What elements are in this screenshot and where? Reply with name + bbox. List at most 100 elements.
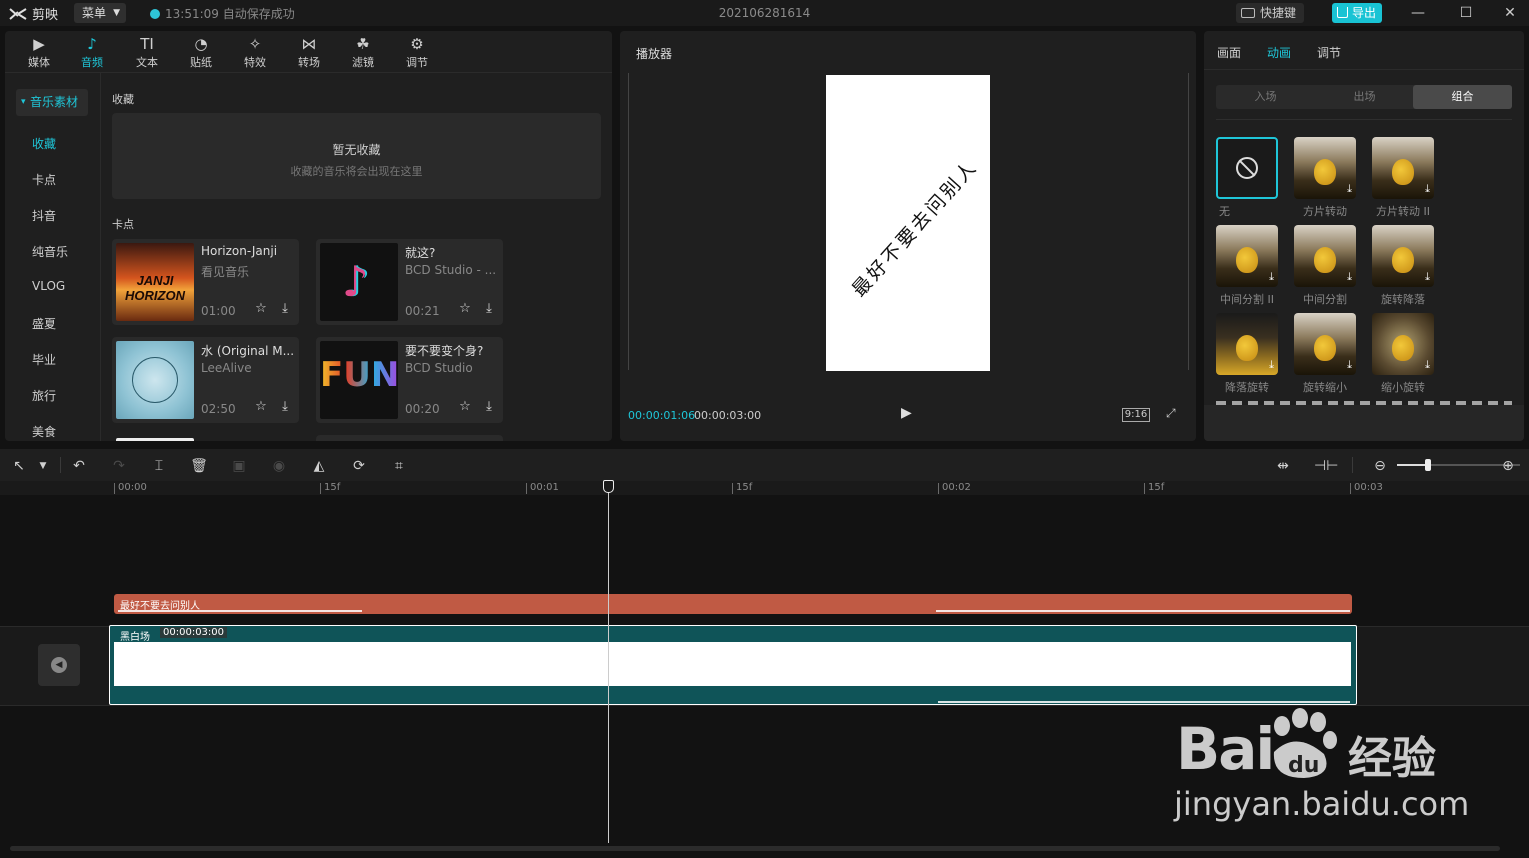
favorite-star-icon[interactable]: ☆ [253, 301, 269, 317]
category-summer[interactable]: 盛夏 [32, 315, 56, 332]
download-icon: ⤓ [1347, 182, 1352, 195]
aspect-ratio-button[interactable]: 9:16 [1122, 408, 1150, 422]
tab-transition[interactable]: ⋈ 转场 [285, 34, 333, 72]
music-card[interactable]: 水 (Original M... LeeAlive 02:50 ☆ ⤓ [112, 337, 299, 423]
category-beat[interactable]: 卡点 [32, 171, 56, 188]
export-button[interactable]: 导出 [1332, 3, 1382, 23]
select-cursor-icon[interactable]: ↖ [10, 457, 28, 475]
category-food[interactable]: 美食 [32, 423, 56, 440]
chevron-down-icon[interactable]: ▼ [34, 457, 52, 475]
animation-label: 缩小旋转 [1381, 381, 1425, 394]
music-title: Horizon-Janji [201, 244, 278, 258]
split-icon[interactable]: ⌶ [150, 457, 168, 475]
animation-option[interactable]: ⤓ 中间分割 [1293, 225, 1357, 307]
shortcut-button[interactable]: 快捷键 [1236, 3, 1304, 23]
current-time: 00:00:01:06 [628, 409, 696, 422]
out-animation-marker [936, 610, 1350, 612]
none-thumb [1216, 137, 1278, 199]
ruler-tick: 00:00 [114, 483, 147, 494]
category-pure-music[interactable]: 纯音乐 [32, 243, 68, 260]
tab-out[interactable]: 出场 [1315, 85, 1414, 109]
watermark-suffix: 经验 [1348, 733, 1436, 784]
player-panel: 播放器 最好不要去问别人 00:00:01:06 00:00:03:00 ▶ 9… [620, 31, 1196, 441]
watermark-url: jingyan.baidu.com [1174, 785, 1470, 823]
tab-label: 音频 [81, 56, 103, 69]
timeline-scrollbar[interactable] [10, 846, 1500, 851]
music-card[interactable]: ♪ 就这? BCD Studio - ... 00:21 ☆ ⤓ [316, 239, 503, 325]
text-clip[interactable]: 最好不要去问别人 [114, 594, 1352, 614]
tab-label: 贴纸 [190, 56, 212, 69]
close-button[interactable]: ✕ [1500, 3, 1520, 23]
tab-sticker[interactable]: ◔ 贴纸 [177, 34, 225, 72]
mandala-icon [132, 357, 178, 403]
animation-option[interactable]: ⤓ 中间分割 II [1215, 225, 1279, 307]
tab-in[interactable]: 入场 [1216, 85, 1315, 109]
play-icon[interactable]: ▶ [901, 405, 917, 421]
tab-adjust[interactable]: 调节 [1317, 44, 1341, 61]
animation-option[interactable]: ⤓ 旋转缩小 [1293, 313, 1357, 395]
link-icon[interactable]: ⊣⊢ [1314, 457, 1338, 475]
divider [1216, 119, 1512, 120]
zoom-out-icon[interactable]: ⊖ [1371, 457, 1389, 475]
music-card[interactable]: FUN 要不要变个身? BCD Studio 00:20 ☆ ⤓ [316, 337, 503, 423]
animation-option-none[interactable]: 无 [1215, 137, 1279, 219]
animation-label: 降落旋转 [1225, 381, 1269, 394]
tab-animation[interactable]: 动画 [1267, 44, 1291, 61]
delete-icon[interactable]: 🗑 [190, 457, 208, 475]
crop-icon[interactable]: ⌗ [390, 457, 408, 475]
minimize-button[interactable]: — [1408, 3, 1428, 23]
animation-option[interactable]: ⤓ 方片转动 II [1371, 137, 1435, 219]
video-clip[interactable]: 黑白场 00:00:03:00 [109, 625, 1357, 705]
music-title: 要不要变个身? [405, 344, 484, 358]
track-mute-button[interactable]: ◀ [38, 644, 80, 686]
music-title: 水 (Original M... [201, 344, 295, 358]
baidu-paw-icon: du [1273, 708, 1337, 778]
download-icon[interactable]: ⤓ [277, 399, 293, 415]
animation-option[interactable]: ⤓ 旋转降落 [1371, 225, 1435, 307]
animation-label: 旋转降落 [1381, 293, 1425, 306]
tab-label: 文本 [136, 56, 158, 69]
tab-combo[interactable]: 组合 [1413, 85, 1512, 109]
tab-audio[interactable]: ♪ 音频 [68, 34, 116, 72]
category-vlog[interactable]: VLOG [32, 279, 65, 293]
tab-media[interactable]: ▶ 媒体 [15, 34, 63, 72]
animation-label: 方片转动 II [1376, 205, 1430, 218]
download-icon[interactable]: ⤓ [481, 399, 497, 415]
category-favorites[interactable]: 收藏 [32, 135, 56, 152]
favorite-star-icon[interactable]: ☆ [457, 399, 473, 415]
tiktok-logo-icon: ♪ [342, 257, 369, 306]
tab-label: 转场 [298, 56, 320, 69]
rotate-icon[interactable]: ⟳ [350, 457, 368, 475]
zoom-slider-handle[interactable] [1424, 459, 1431, 471]
tab-canvas[interactable]: 画面 [1217, 44, 1241, 61]
download-icon[interactable]: ⤓ [277, 301, 293, 317]
reverse-icon: ◉ [272, 458, 286, 474]
animation-option[interactable]: ⤓ 方片转动 [1293, 137, 1357, 219]
download-icon: ⤓ [1425, 358, 1430, 371]
watermark-du: du [1288, 753, 1319, 778]
music-card[interactable]: JANJI HORIZON Horizon-Janji 看见音乐 01:00 ☆… [112, 239, 299, 325]
fullscreen-icon[interactable]: ⤢ [1166, 406, 1180, 420]
maximize-button[interactable]: ☐ [1456, 3, 1476, 23]
timeline-ruler[interactable]: 00:00 15f 00:01 15f 00:02 15f 00:03 [0, 481, 1529, 495]
favorites-label: 收藏 [112, 93, 134, 106]
category-douyin[interactable]: 抖音 [32, 207, 56, 224]
favorite-star-icon[interactable]: ☆ [457, 301, 473, 317]
video-preview[interactable]: 最好不要去问别人 [826, 75, 990, 371]
playhead-handle[interactable] [603, 480, 614, 493]
download-icon[interactable]: ⤓ [481, 301, 497, 317]
undo-icon[interactable]: ↶ [70, 457, 88, 475]
favorite-star-icon[interactable]: ☆ [253, 399, 269, 415]
tab-text[interactable]: TI 文本 [123, 34, 171, 72]
tab-adjust[interactable]: ⚙ 调节 [393, 34, 441, 72]
tab-filter[interactable]: ☘ 滤镜 [339, 34, 387, 72]
mirror-icon[interactable]: ◭ [310, 457, 328, 475]
tab-effects[interactable]: ✧ 特效 [231, 34, 279, 72]
animation-option[interactable]: ⤓ 降落旋转 [1215, 313, 1279, 395]
zoom-in-icon[interactable]: ⊕ [1499, 457, 1517, 475]
category-graduation[interactable]: 毕业 [32, 351, 56, 368]
animation-option[interactable]: ⤓ 缩小旋转 [1371, 313, 1435, 395]
category-travel[interactable]: 旅行 [32, 387, 56, 404]
category-header[interactable]: 音乐素材 [16, 89, 88, 116]
snap-icon[interactable]: ⇹ [1274, 457, 1292, 475]
